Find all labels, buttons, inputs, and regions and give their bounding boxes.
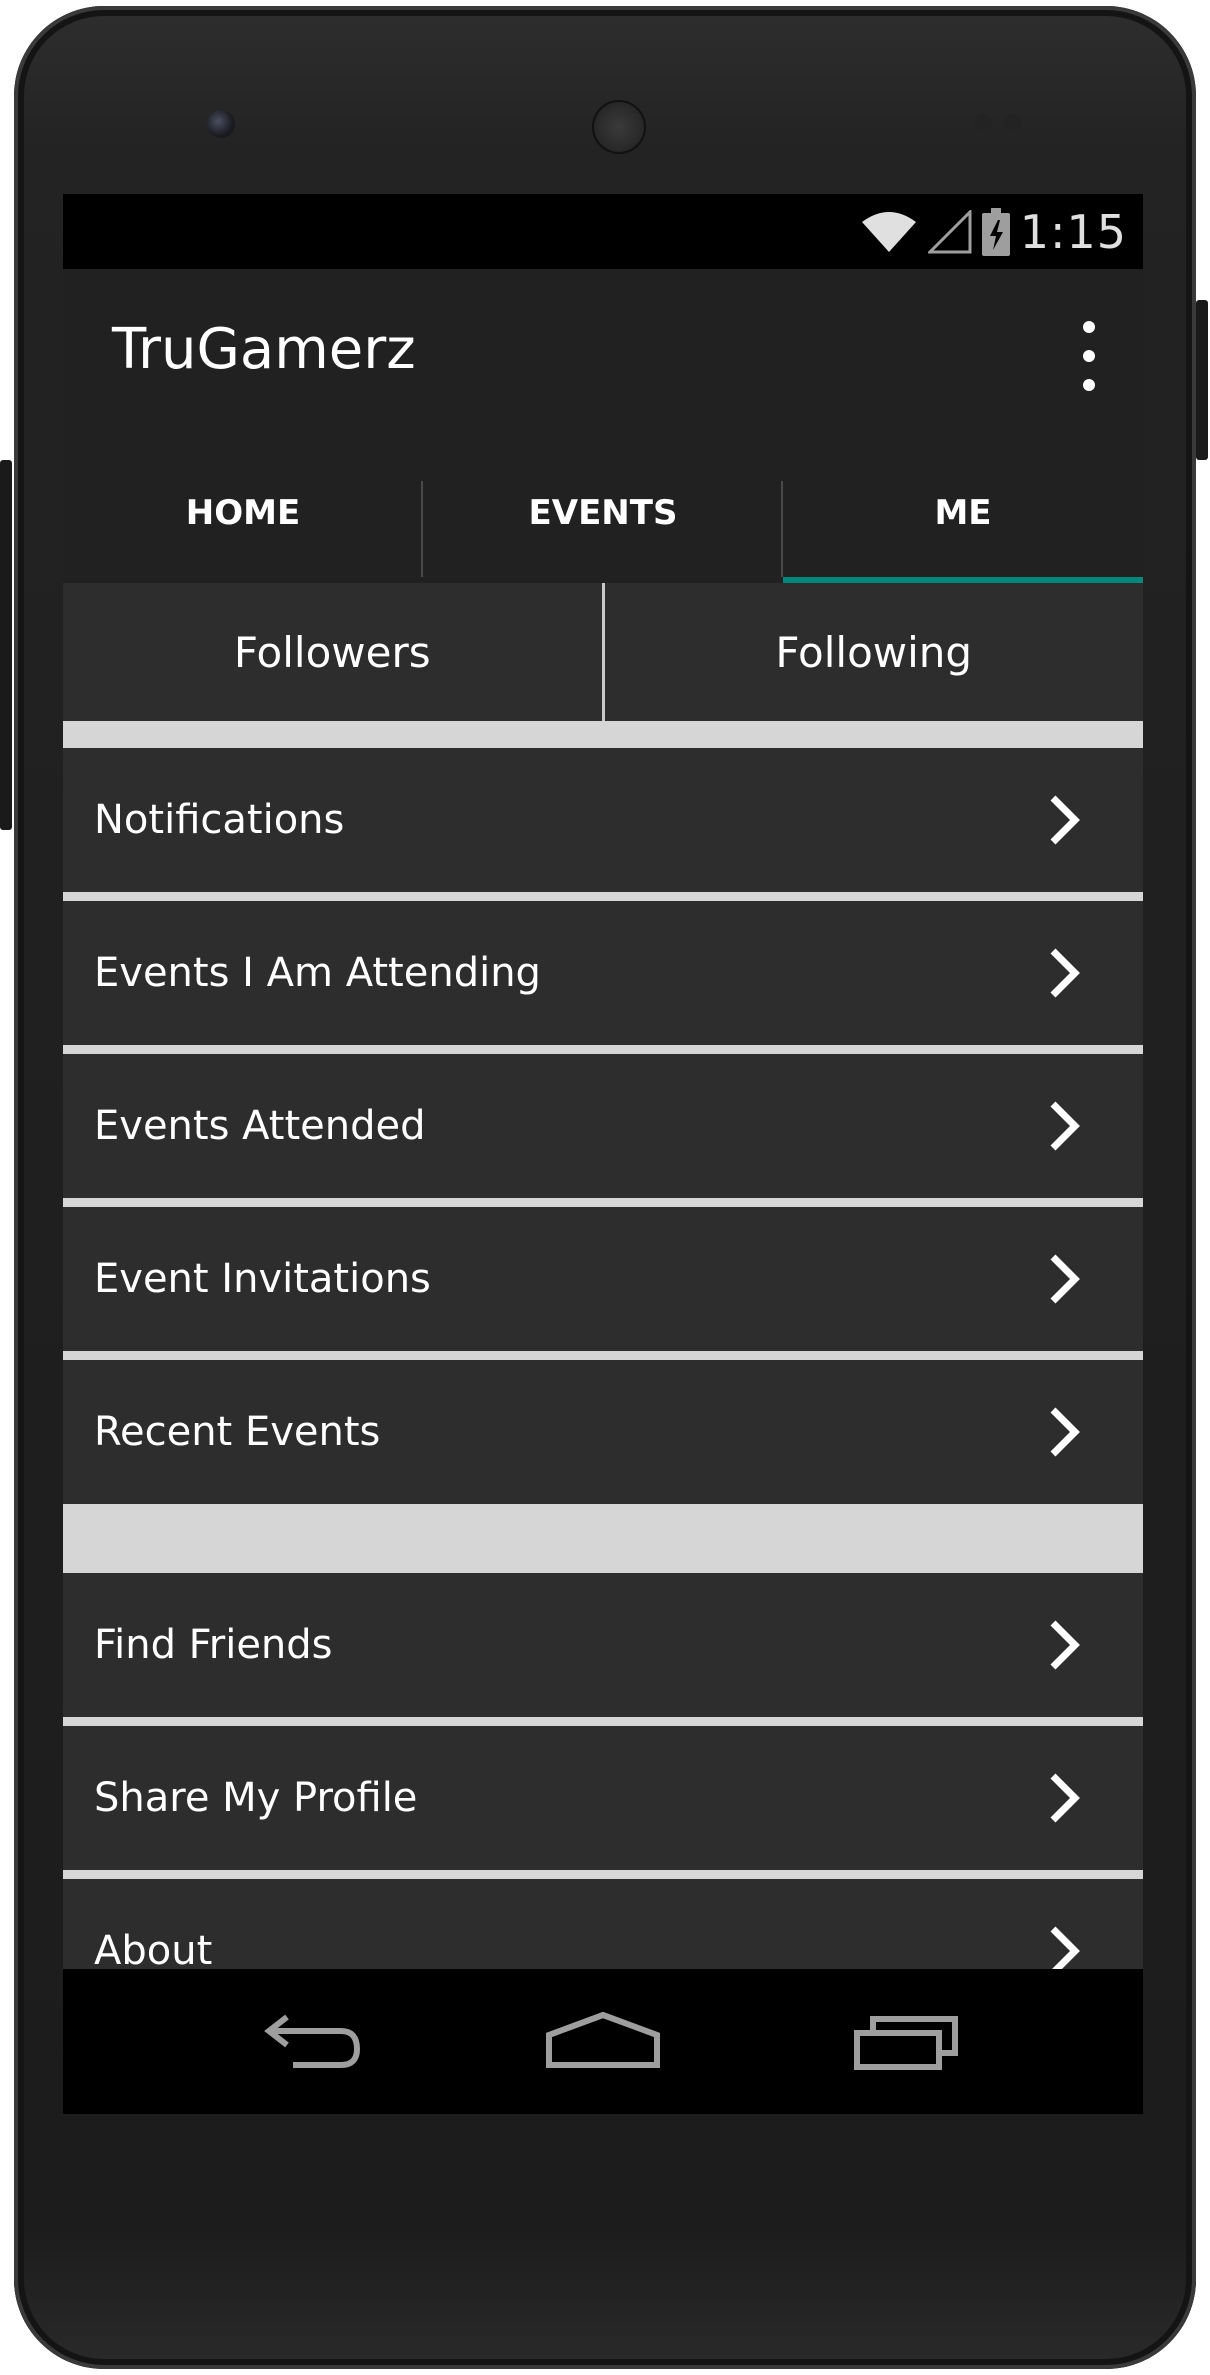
list-item-event-invitations[interactable]: Event Invitations (63, 1207, 1143, 1351)
tab-label: HOME (185, 493, 301, 533)
power-button (1196, 300, 1208, 460)
tab-label: EVENTS (528, 493, 678, 533)
chevron-right-icon (1050, 795, 1080, 845)
tab-bar: HOME EVENTS ME (63, 443, 1143, 583)
following-button[interactable]: Following (605, 583, 1144, 721)
followers-label: Followers (233, 627, 431, 677)
more-vert-icon[interactable] (1077, 321, 1101, 391)
chevron-right-icon (1050, 948, 1080, 998)
list-item-recent-events[interactable]: Recent Events (63, 1360, 1143, 1504)
chevron-right-icon (1050, 1773, 1080, 1823)
chevron-right-icon (1050, 1926, 1080, 1973)
followers-button[interactable]: Followers (63, 583, 602, 721)
list-item-events-attended[interactable]: Events Attended (63, 1054, 1143, 1198)
chevron-right-icon (1050, 1101, 1080, 1151)
battery-charging-icon (981, 208, 1010, 256)
light-sensor (1004, 114, 1022, 132)
list-item-label: Event Invitations (94, 1256, 431, 1302)
front-camera (207, 110, 235, 138)
list-item-label: Events I Am Attending (94, 950, 541, 996)
list-item-about[interactable]: About (63, 1879, 1143, 1973)
list-item-label: Share My Profile (94, 1775, 418, 1821)
back-icon[interactable] (253, 2009, 363, 2079)
home-icon[interactable] (545, 2009, 661, 2079)
list-item-find-friends[interactable]: Find Friends (63, 1573, 1143, 1717)
list-item-notifications[interactable]: Notifications (63, 748, 1143, 892)
tab-home[interactable]: HOME (63, 443, 423, 583)
chevron-right-icon (1050, 1407, 1080, 1457)
follow-row: Followers Following (63, 583, 1143, 721)
chevron-right-icon (1050, 1620, 1080, 1670)
recents-icon[interactable] (853, 2009, 963, 2079)
cell-signal-icon (927, 210, 972, 254)
status-bar: 1:15 (63, 194, 1143, 269)
me-content: Followers Following Notifications Events… (63, 583, 1143, 1973)
system-nav-bar (63, 1969, 1143, 2114)
list-item-label: Notifications (94, 797, 345, 843)
chevron-right-icon (1050, 1254, 1080, 1304)
volume-button (0, 460, 12, 830)
app-title: TruGamerz (112, 317, 416, 382)
list-item-label: Events Attended (94, 1103, 426, 1149)
earpiece-speaker (592, 100, 646, 154)
list-item-label: About (94, 1928, 213, 1973)
status-time: 1:15 (1019, 205, 1127, 259)
tab-label: ME (934, 493, 992, 533)
following-label: Following (775, 627, 973, 677)
list-item-share-profile[interactable]: Share My Profile (63, 1726, 1143, 1870)
tab-me[interactable]: ME (783, 443, 1143, 583)
list-item-events-attending[interactable]: Events I Am Attending (63, 901, 1143, 1045)
list-item-label: Find Friends (94, 1622, 333, 1668)
app-bar: TruGamerz (63, 269, 1143, 443)
list-item-label: Recent Events (94, 1409, 381, 1455)
screen: 1:15 TruGamerz HOME EVENTS ME Followers (63, 194, 1143, 2114)
wifi-icon (861, 212, 916, 252)
proximity-sensor (974, 114, 992, 132)
tab-events[interactable]: EVENTS (423, 443, 783, 583)
